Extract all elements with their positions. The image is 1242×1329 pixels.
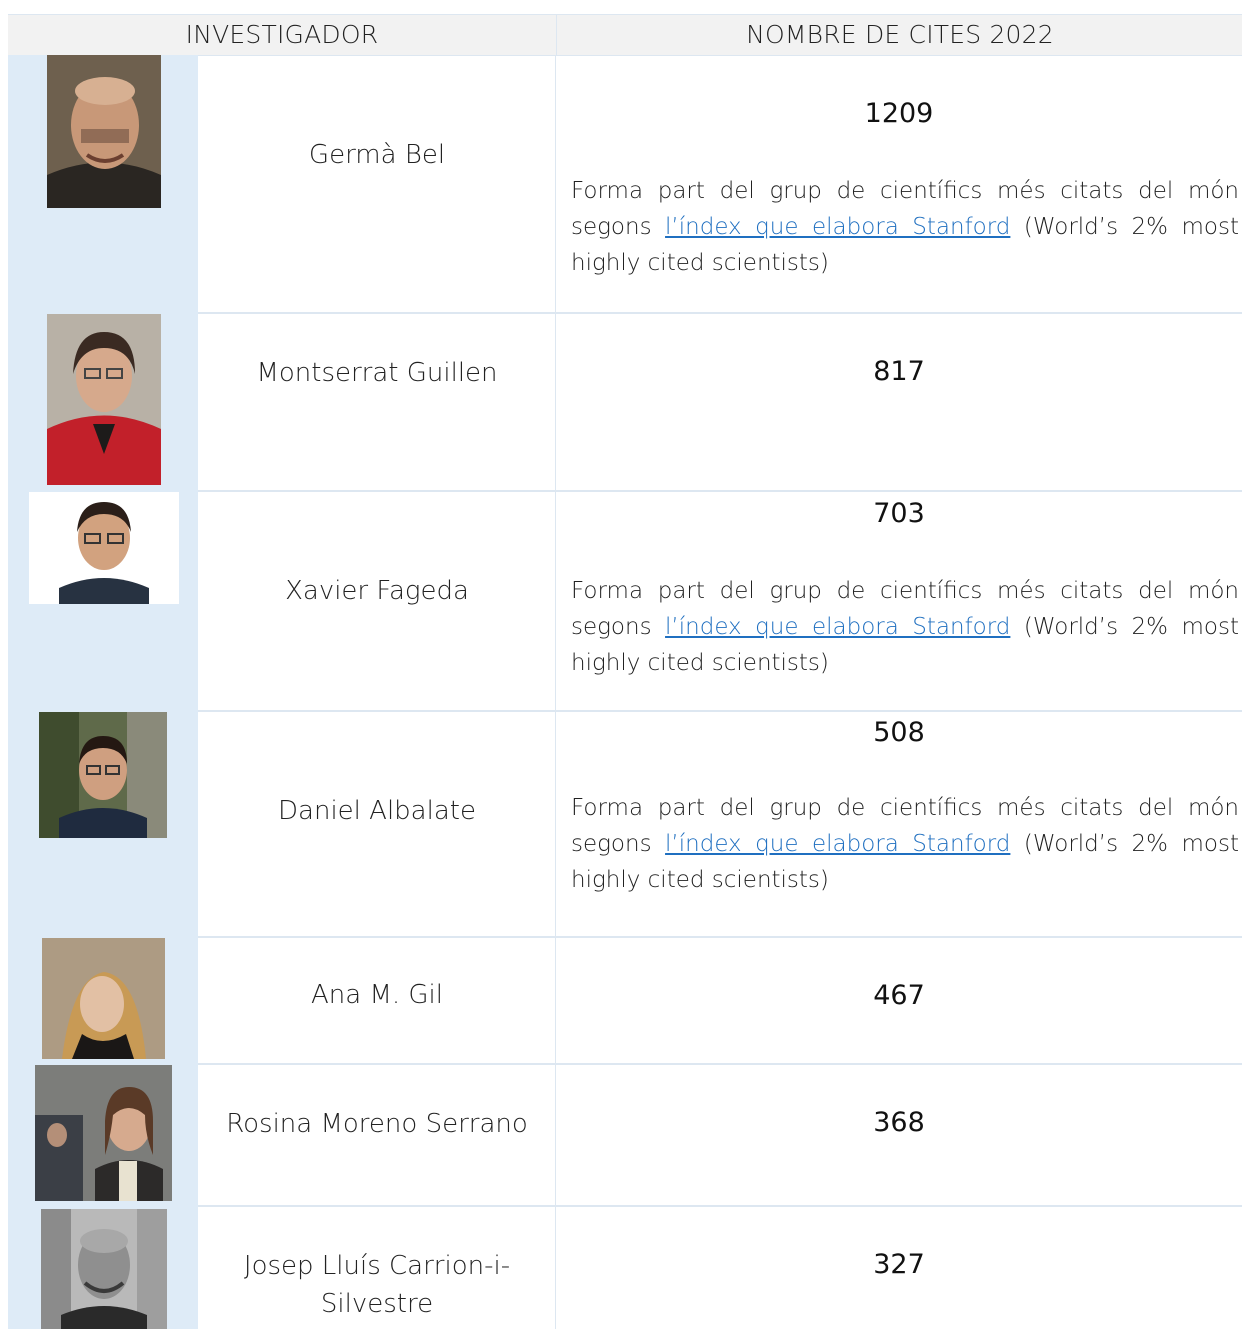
stanford-note: Forma part del grup de científics més ci…	[571, 578, 1239, 676]
table-row: Xavier Fageda 703 Forma part del grup de…	[8, 492, 1242, 712]
researcher-name: Ana M. Gil	[310, 980, 444, 1010]
researcher-name: Montserrat Guillen	[256, 358, 498, 388]
table-row: Ana M. Gil 467	[8, 938, 1242, 1065]
researcher-photo	[47, 55, 161, 208]
stanford-index-link[interactable]: l’índex que elabora Stanford	[665, 614, 1010, 640]
citation-count: 703	[873, 498, 925, 529]
citation-count: 467	[873, 980, 925, 1011]
citation-count: 1209	[864, 98, 934, 129]
researcher-photo	[29, 492, 179, 604]
citation-count: 368	[873, 1107, 925, 1138]
researcher-name: Rosina Moreno Serrano	[226, 1109, 528, 1139]
table-row: Germà Bel 1209 Forma part del grup de ci…	[8, 55, 1242, 314]
researcher-photo	[42, 938, 165, 1059]
stanford-index-link[interactable]: l’índex que elabora Stanford	[665, 831, 1010, 857]
table-row: Daniel Albalate 508 Forma part del grup …	[8, 712, 1242, 938]
stanford-index-link[interactable]: l’índex que elabora Stanford	[665, 214, 1010, 240]
table-row: Josep Lluís Carrion-i-Silvestre 327	[8, 1207, 1242, 1329]
researcher-name: Josep Lluís Carrion-i-Silvestre	[243, 1251, 511, 1319]
citation-count: 327	[873, 1249, 925, 1280]
citations-table: INVESTIGADOR NOMBRE DE CITES 2022 Germà …	[8, 14, 1242, 1329]
table-row: Montserrat Guillen 817	[8, 314, 1242, 492]
researcher-name: Xavier Fageda	[285, 576, 469, 606]
researcher-name: Daniel Albalate	[278, 796, 476, 826]
researcher-photo	[41, 1209, 167, 1329]
researcher-photo	[35, 1065, 172, 1201]
citation-count: 817	[873, 356, 925, 387]
header-citations: NOMBRE DE CITES 2022	[556, 15, 1242, 55]
table-header-row: INVESTIGADOR NOMBRE DE CITES 2022	[8, 14, 1242, 56]
stanford-note: Forma part del grup de científics més ci…	[571, 795, 1239, 893]
researcher-photo	[47, 314, 161, 485]
stanford-note: Forma part del grup de científics més ci…	[571, 178, 1239, 276]
citation-count: 508	[873, 717, 925, 748]
researcher-photo	[39, 712, 167, 838]
table-row: Rosina Moreno Serrano 368	[8, 1065, 1242, 1207]
header-researcher: INVESTIGADOR	[185, 20, 379, 49]
researcher-name: Germà Bel	[308, 140, 446, 170]
